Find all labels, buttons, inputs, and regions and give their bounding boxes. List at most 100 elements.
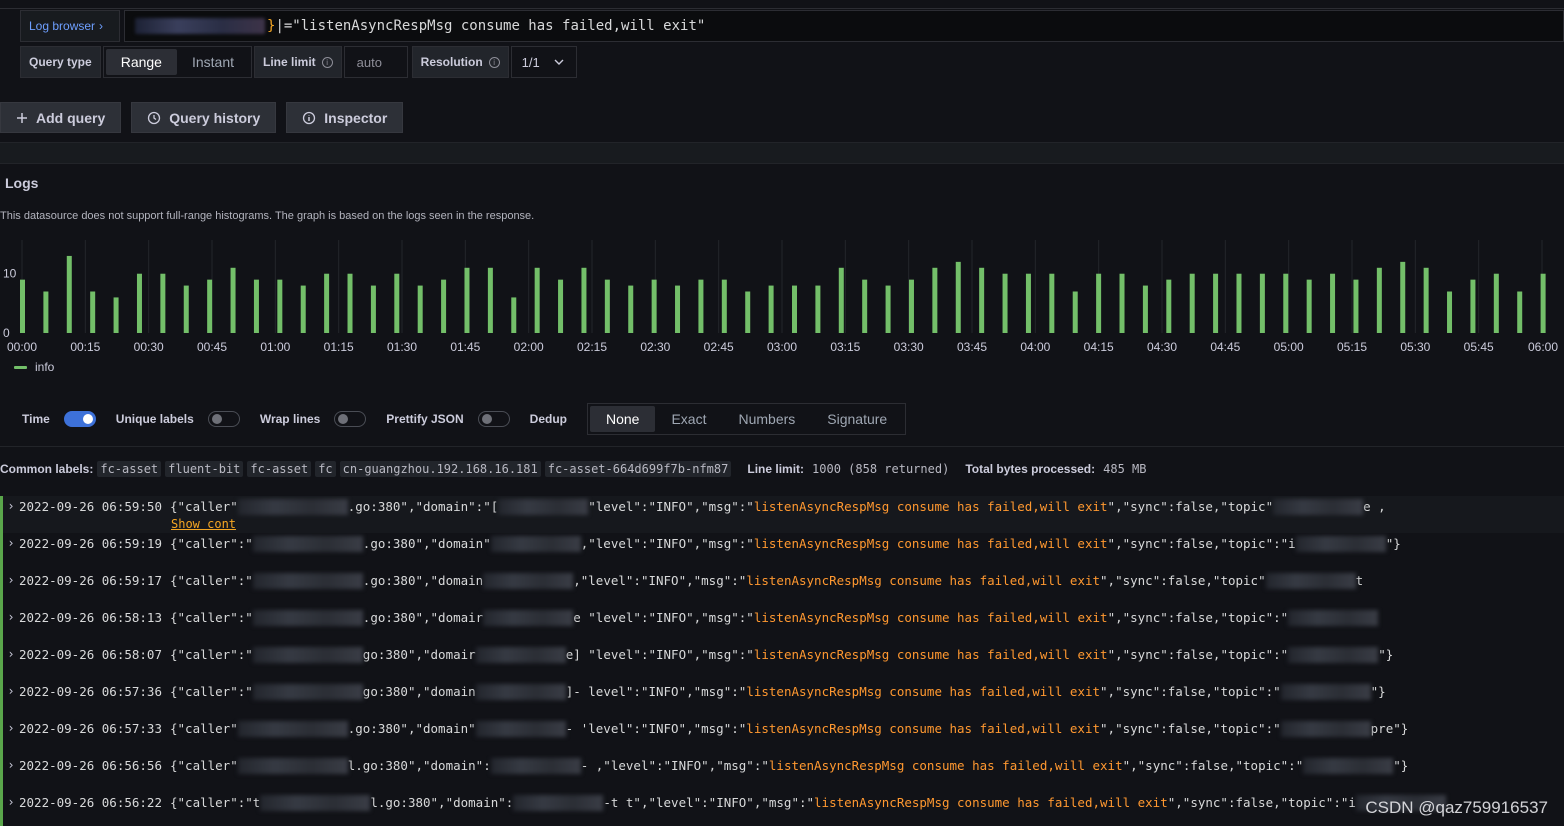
histogram-bar[interactable] [534,267,540,333]
histogram-bar[interactable] [1096,273,1102,333]
histogram-bar[interactable] [1470,279,1476,333]
histogram-bar[interactable] [745,291,751,334]
histogram-bar[interactable] [113,297,119,333]
histogram-bar[interactable] [464,267,470,333]
histogram-bar[interactable] [1049,273,1055,333]
histogram-bar[interactable] [253,279,259,333]
histogram-bar[interactable] [1330,273,1336,333]
histogram-bar[interactable] [370,285,376,333]
histogram-bar[interactable] [885,285,891,333]
histogram-bar[interactable] [1189,273,1195,333]
histogram-bar[interactable] [651,279,657,333]
prettify-json-toggle[interactable] [477,411,510,427]
histogram-bar[interactable] [604,279,610,333]
histogram-bar[interactable] [324,273,330,333]
histogram-bar[interactable] [1400,261,1406,333]
histogram-bar[interactable] [1213,273,1219,333]
chevron-right-icon[interactable]: › [3,647,19,661]
histogram-bar[interactable] [1283,273,1289,333]
histogram-bar[interactable] [20,279,25,333]
histogram-bar[interactable] [675,285,681,333]
chevron-right-icon[interactable]: › [3,758,19,772]
log-browser-button[interactable]: Log browser › [20,10,120,42]
histogram-bar[interactable] [862,279,868,333]
histogram-bar[interactable] [1236,273,1242,333]
log-row[interactable]: › 2022-09-26 06:58:13 {"caller":" .go:380",… [0,607,1564,644]
inspector-button[interactable]: Inspector [286,102,404,133]
chevron-right-icon[interactable]: › [3,573,19,587]
chevron-right-icon[interactable]: › [3,610,19,624]
histogram-bar[interactable] [347,273,353,333]
histogram-bar[interactable] [721,279,727,333]
histogram-bar[interactable] [979,267,985,333]
time-toggle[interactable] [63,411,96,427]
histogram-bar[interactable] [1353,279,1359,333]
histogram-bar[interactable] [768,285,774,333]
add-query-button[interactable]: Add query [0,102,122,133]
chevron-right-icon[interactable]: › [3,721,19,735]
histogram-bar[interactable] [838,267,844,333]
histogram-bar[interactable] [1447,291,1453,334]
histogram-bar[interactable] [487,267,493,333]
query-history-button[interactable]: Query history [131,102,277,133]
histogram-bar[interactable] [1493,273,1499,333]
chevron-right-icon[interactable]: › [3,795,19,809]
log-row[interactable]: › 2022-09-26 06:59:19 {"caller":" .go:380",… [0,533,1564,570]
histogram-bar[interactable] [955,261,961,333]
query-input[interactable]: } |="listenAsyncRespMsg consume has fail… [124,10,1564,42]
histogram-bar[interactable] [815,285,821,333]
log-row[interactable]: › 2022-09-26 06:57:33 {"caller" .go:380","d… [0,718,1564,755]
unique-labels-toggle[interactable] [207,411,240,427]
histogram-bar[interactable] [1072,291,1078,334]
log-row[interactable]: › 2022-09-26 06:59:17 {"caller":" .go:380",… [0,570,1564,607]
histogram-bar[interactable] [1025,273,1031,333]
dedup-signature[interactable]: Signature [811,406,903,432]
wrap-lines-toggle[interactable] [334,411,367,427]
histogram-bar[interactable] [441,279,447,333]
histogram-bar[interactable] [1119,273,1125,333]
histogram-bar[interactable] [698,279,704,333]
dedup-numbers[interactable]: Numbers [722,406,811,432]
histogram-bar[interactable] [277,279,283,333]
histogram-bar[interactable] [394,273,400,333]
histogram-bar[interactable] [207,279,213,333]
histogram-bar[interactable] [1259,273,1265,333]
query-type-range[interactable]: Range [105,49,177,75]
histogram-bar[interactable] [1517,291,1523,334]
histogram-bar[interactable] [160,273,166,333]
chevron-right-icon[interactable]: › [3,536,19,550]
info-icon[interactable]: i [321,56,333,68]
histogram-bar[interactable] [136,273,142,333]
log-row[interactable]: › 2022-09-26 06:57:36 {"caller":" go:380","… [0,681,1564,718]
histogram-bar[interactable] [1166,279,1172,333]
histogram-bar[interactable] [932,267,938,333]
dedup-none[interactable]: None [590,406,656,432]
histogram-bar[interactable] [581,267,587,333]
histogram-bar[interactable] [1540,273,1546,333]
histogram-bar[interactable] [1306,279,1312,333]
histogram-bar[interactable] [90,291,96,334]
query-type-instant[interactable]: Instant [177,49,249,75]
histogram-bar[interactable] [43,291,49,334]
histogram-bar[interactable] [183,285,189,333]
log-row[interactable]: › 2022-09-26 06:58:07 {"caller":" go:380","… [0,644,1564,681]
info-icon[interactable]: i [488,56,500,68]
histogram-bar[interactable] [417,285,423,333]
histogram-bar[interactable] [1002,273,1008,333]
resolution-select[interactable]: 1/1 [510,46,577,78]
histogram-bar[interactable] [792,285,797,333]
histogram-bar[interactable] [300,285,306,333]
log-row[interactable]: › 2022-09-26 06:56:22 {"caller":"t l.go:380… [0,792,1564,826]
histogram-bar[interactable] [511,297,517,333]
line-limit-input[interactable]: auto [343,46,408,78]
histogram-bar[interactable] [1142,285,1148,333]
histogram-bar[interactable] [1423,267,1429,333]
chevron-right-icon[interactable]: › [3,499,19,513]
show-context-link[interactable]: Show cont [171,517,236,531]
chevron-right-icon[interactable]: › [3,684,19,698]
histogram-bar[interactable] [1376,267,1382,333]
histogram-bar[interactable] [558,279,564,333]
histogram-bar[interactable] [66,255,72,333]
histogram-bar[interactable] [628,285,634,333]
histogram-bar[interactable] [230,267,236,333]
